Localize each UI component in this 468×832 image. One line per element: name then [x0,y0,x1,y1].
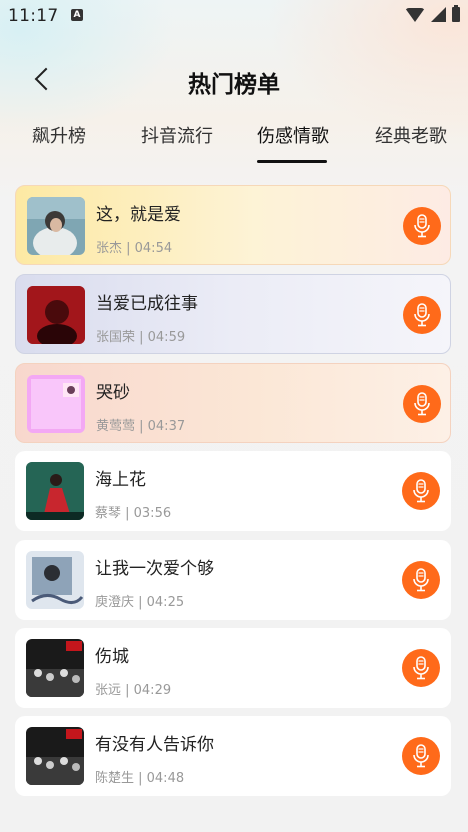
song-title: 让我一次爱个够 [95,559,214,579]
song-card[interactable]: 这，就是爱 张杰 | 04:54 [15,185,451,265]
notification-icon: A [71,9,83,21]
song-meta: 陈楚生 | 04:48 [95,771,185,786]
microphone-icon [413,568,429,592]
status-icons [405,5,460,22]
microphone-icon [414,303,430,327]
tab-sad-love-songs[interactable]: 伤感情歌 [257,122,329,148]
signal-icon [431,7,446,22]
song-meta: 张杰 | 04:54 [96,241,173,256]
microphone-icon [414,392,430,416]
song-meta: 庾澄庆 | 04:25 [95,595,185,610]
status-time: 11:17 [8,6,59,26]
active-tab-indicator [257,160,327,163]
microphone-icon [413,479,429,503]
song-card[interactable]: 当爱已成往事 张国荣 | 04:59 [15,274,451,354]
song-card[interactable]: 海上花 蔡琴 | 03:56 [15,451,451,531]
sing-button[interactable] [403,385,441,423]
song-meta: 蔡琴 | 03:56 [95,506,172,521]
tab-soaring[interactable]: 飙升榜 [32,122,86,148]
song-card[interactable]: 有没有人告诉你 陈楚生 | 04:48 [15,716,451,796]
tab-douyin-popular[interactable]: 抖音流行 [141,122,213,148]
sing-button[interactable] [402,561,440,599]
album-cover [27,286,85,344]
microphone-icon [414,214,430,238]
song-title: 这，就是爱 [96,205,181,225]
song-title: 有没有人告诉你 [95,735,214,755]
wifi-icon [405,7,425,22]
song-title: 海上花 [95,470,146,490]
sing-button[interactable] [402,649,440,687]
status-bar: 11:17 A [0,0,468,32]
song-meta: 黄莺莺 | 04:37 [96,419,186,434]
album-cover [27,375,85,433]
tab-bar: 飙升榜 抖音流行 伤感情歌 经典老歌 [0,118,468,164]
song-title: 当爱已成往事 [96,294,198,314]
album-cover [26,639,84,697]
album-cover [26,551,84,609]
microphone-icon [413,656,429,680]
song-card[interactable]: 让我一次爱个够 庾澄庆 | 04:25 [15,540,451,620]
album-cover [26,727,84,785]
page-title: 热门榜单 [188,72,280,98]
tab-classic-oldies[interactable]: 经典老歌 [375,122,447,148]
battery-icon [452,5,460,22]
song-meta: 张远 | 04:29 [95,683,172,698]
sing-button[interactable] [402,737,440,775]
sing-button[interactable] [403,207,441,245]
album-cover [26,462,84,520]
song-meta: 张国荣 | 04:59 [96,330,186,345]
sing-button[interactable] [403,296,441,334]
song-card[interactable]: 伤城 张远 | 04:29 [15,628,451,708]
sing-button[interactable] [402,472,440,510]
song-title: 哭砂 [96,383,130,403]
album-cover [27,197,85,255]
song-card[interactable]: 哭砂 黄莺莺 | 04:37 [15,363,451,443]
header: 热门榜单 [0,56,468,104]
song-title: 伤城 [95,647,129,667]
microphone-icon [413,744,429,768]
